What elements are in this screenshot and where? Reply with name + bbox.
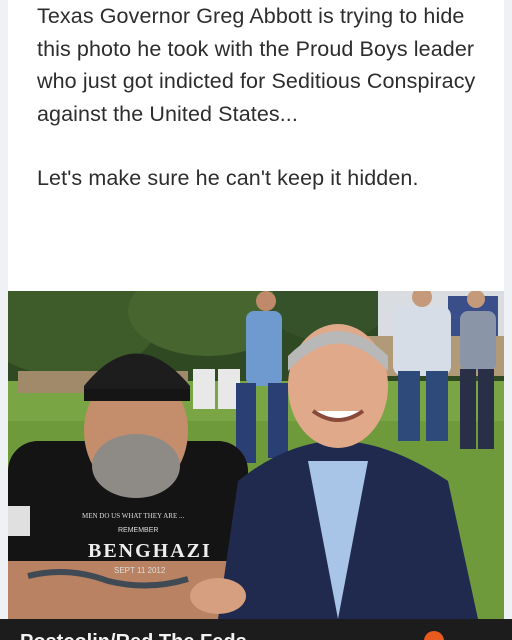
- post-photo[interactable]: MEN DO US WHAT THEY ARE ... REMEMBER BEN…: [8, 291, 504, 619]
- post-paragraph-1: Texas Governor Greg Abbott is trying to …: [37, 4, 476, 126]
- shirt-top-text: MEN DO US WHAT THEY ARE ...: [82, 512, 184, 520]
- shirt-remember-text: REMEMBER: [118, 527, 158, 534]
- photo-illustration: MEN DO US WHAT THEY ARE ... REMEMBER BEN…: [8, 291, 504, 619]
- reddit-icon[interactable]: [424, 631, 444, 640]
- post-card: Texas Governor Greg Abbott is trying to …: [0, 0, 512, 640]
- shirt-benghazi-text: BENGHAZI: [88, 540, 212, 562]
- post-paragraph-2: Let's make sure he can't keep it hidden.: [37, 166, 419, 190]
- bottom-bar-extra: ...: [450, 633, 463, 640]
- bottom-bar: Postcolin/Red The Feds ...: [0, 619, 512, 640]
- post-text: Texas Governor Greg Abbott is trying to …: [37, 0, 477, 195]
- right-margin: [504, 0, 512, 640]
- shirt-date-text: SEPT 11 2012: [114, 566, 166, 575]
- left-margin: [0, 0, 8, 640]
- bottom-bar-title[interactable]: Postcolin/Red The Feds: [20, 631, 247, 640]
